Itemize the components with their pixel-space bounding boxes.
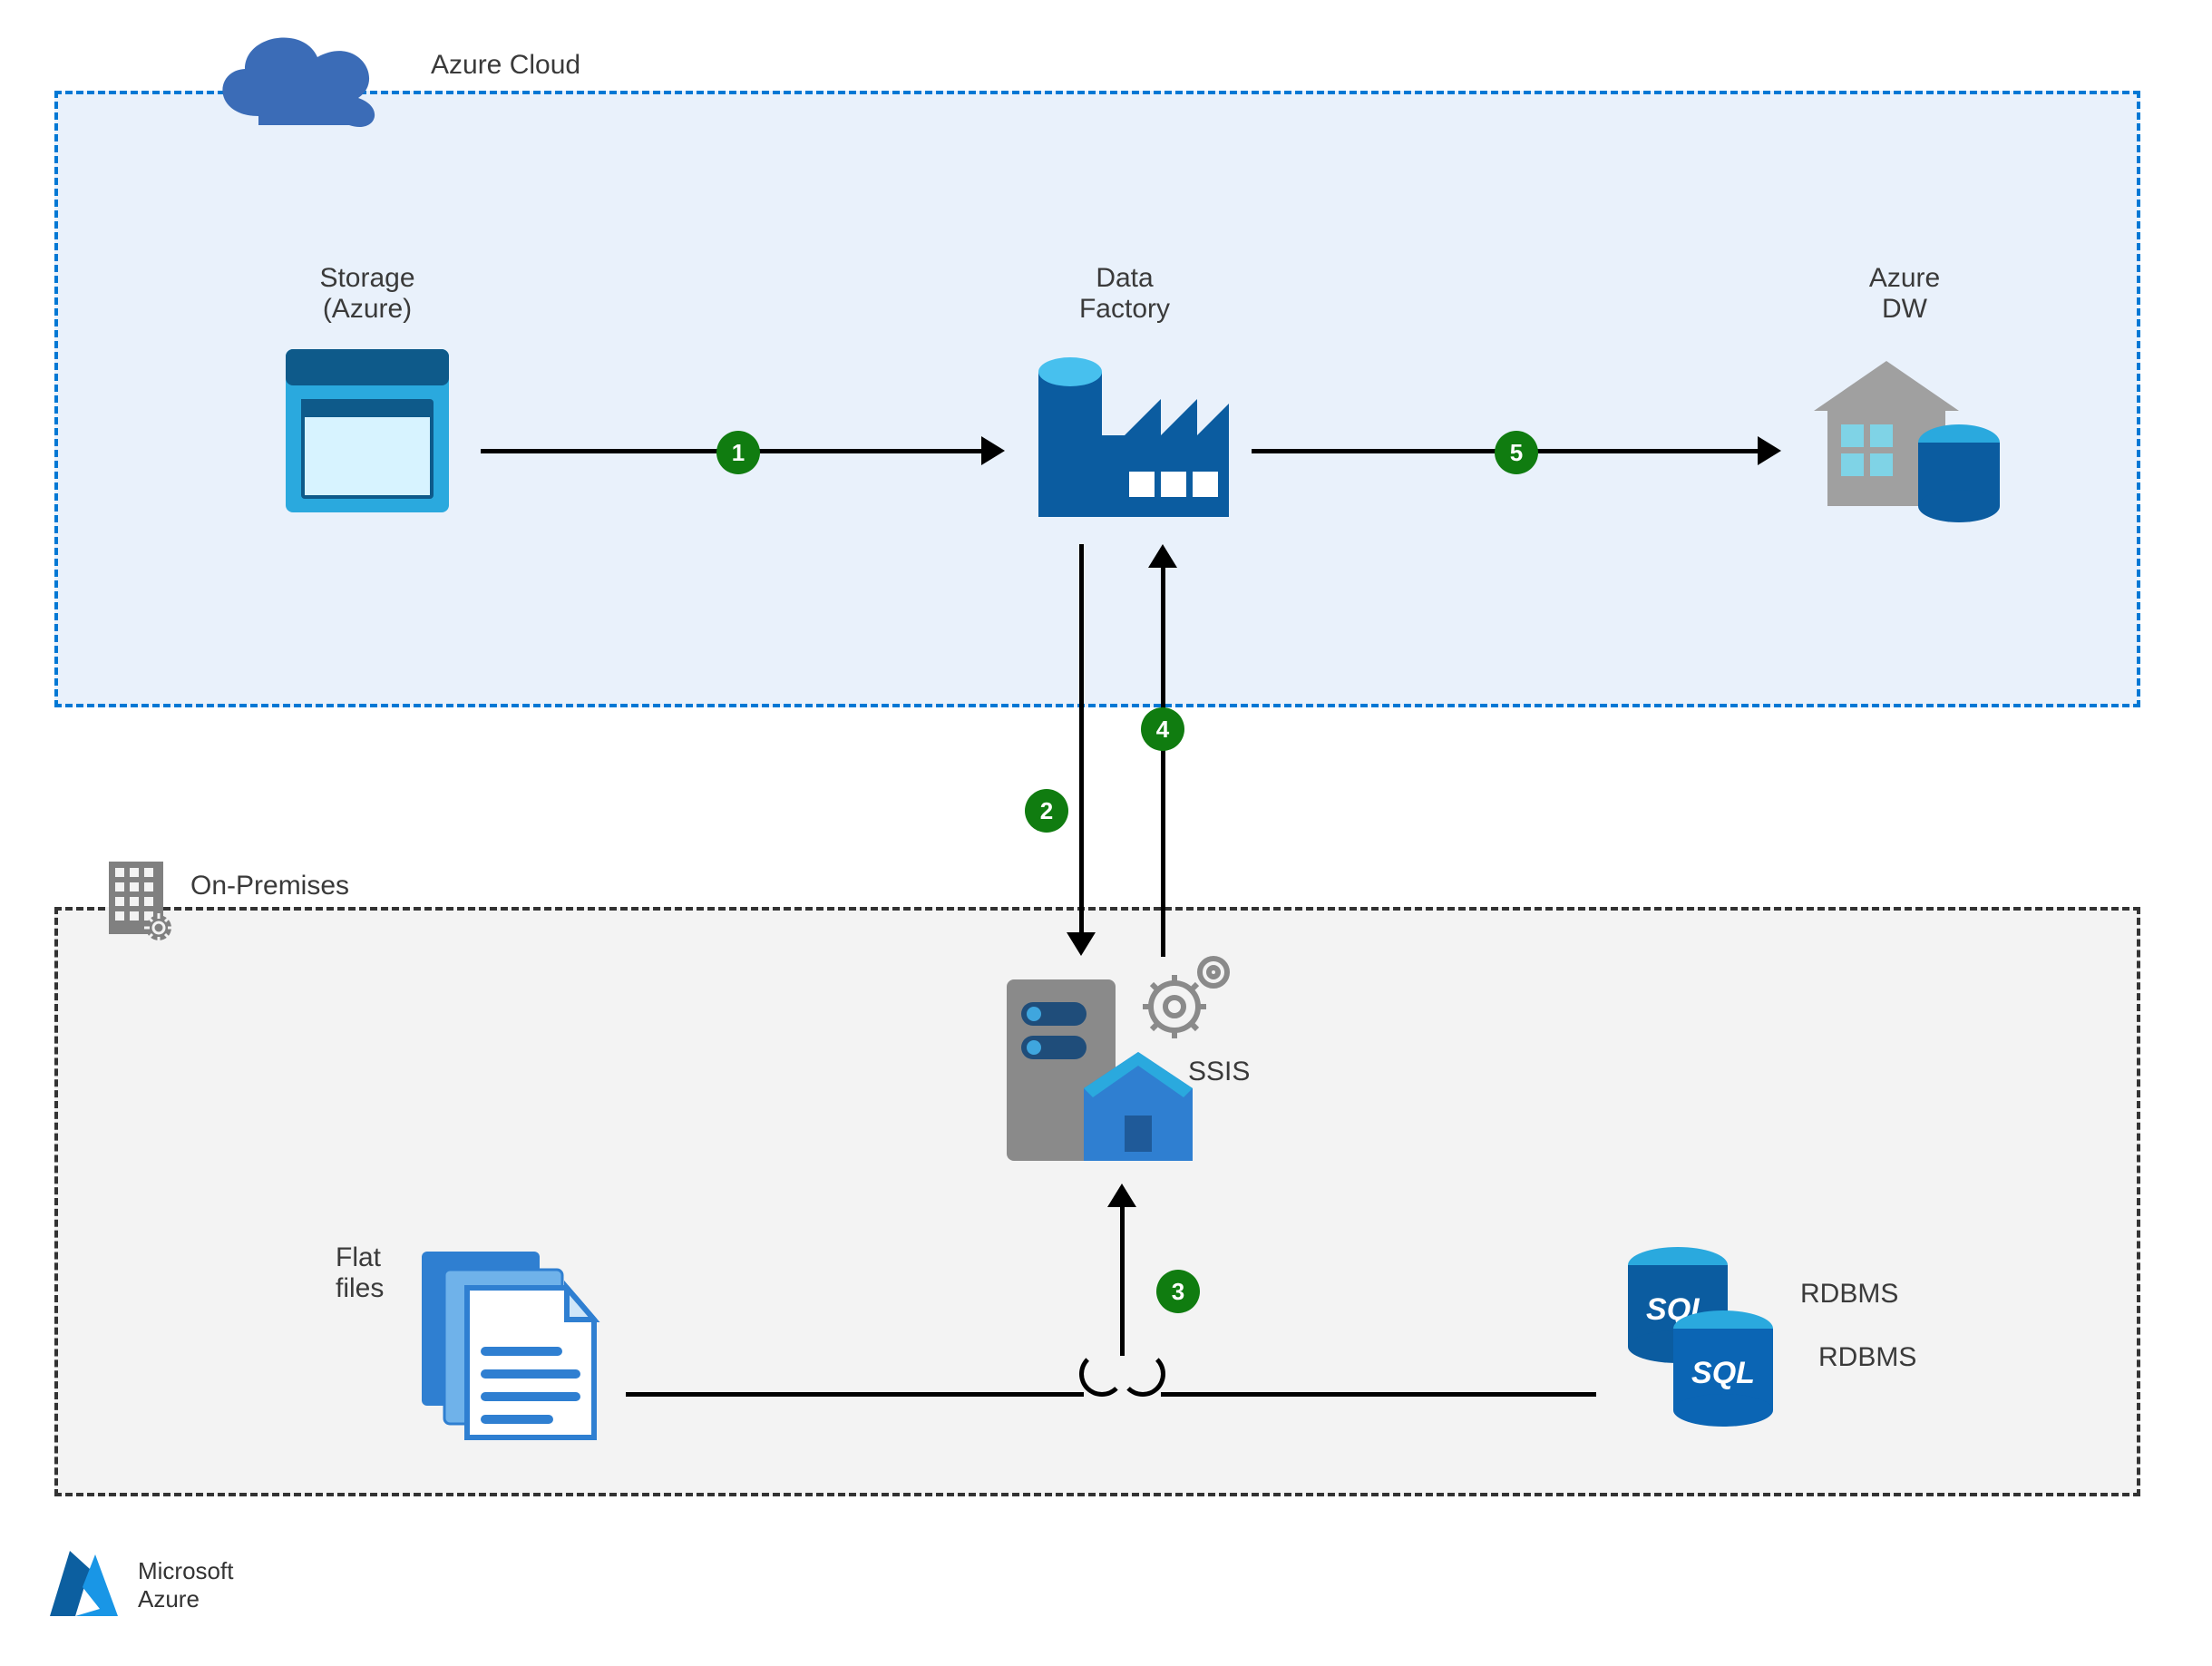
rdbms-label-2: RDBMS (1818, 1342, 1916, 1373)
flat-files-icon (413, 1242, 603, 1442)
cloud-icon (204, 16, 385, 134)
azure-data-factory-icon (1025, 345, 1233, 526)
arrow3-curve-left (1079, 1351, 1125, 1397)
data-factory-label-line2: Factory (1025, 294, 1224, 325)
rdbms-label-1: RDBMS (1800, 1279, 1898, 1310)
step-badge-4: 4 (1141, 707, 1184, 751)
footer-line1: Microsoft (138, 1557, 233, 1585)
azure-dw-icon (1805, 343, 2009, 524)
footer-line2: Azure (138, 1585, 233, 1613)
arrowhead-datafactory-to-dw (1758, 436, 1781, 465)
arrow3-vertical (1120, 1206, 1125, 1356)
building-icon (104, 857, 177, 943)
arrow3-left-horizontal (626, 1392, 1084, 1397)
arrow-datafactory-to-ssis (1079, 544, 1084, 934)
step-badge-1: 1 (716, 431, 760, 474)
arrowhead-ssis-to-datafactory (1148, 544, 1177, 568)
storage-label-line1: Storage (268, 263, 467, 294)
storage-label-line2: (Azure) (268, 294, 467, 325)
ssis-label: SSIS (1188, 1057, 1250, 1087)
storage-label: Storage (Azure) (268, 263, 467, 325)
rdbms-icon: SQL SQL (1614, 1242, 1796, 1433)
step-badge-5: 5 (1495, 431, 1538, 474)
arrowhead-sources-to-ssis (1107, 1184, 1136, 1207)
azure-logo-icon (41, 1542, 127, 1628)
architecture-diagram: Azure Cloud On-Premises Storage (Azure) (0, 0, 2212, 1666)
azure-dw-label: Azure DW (1823, 263, 1986, 325)
arrow3-curve-right (1120, 1351, 1165, 1397)
arrow-ssis-to-datafactory (1161, 567, 1165, 957)
step-badge-2: 2 (1025, 789, 1068, 833)
data-factory-label: Data Factory (1025, 263, 1224, 325)
region-azure-cloud-label: Azure Cloud (431, 50, 580, 81)
svg-text:SQL: SQL (1691, 1356, 1755, 1390)
region-on-premises-label: On-Premises (190, 871, 349, 901)
azure-storage-icon (281, 345, 453, 517)
footer-azure-brand: Microsoft Azure (41, 1542, 233, 1628)
azure-dw-label-line1: Azure (1823, 263, 1986, 294)
arrow3-right-horizontal (1161, 1392, 1596, 1397)
azure-dw-label-line2: DW (1823, 294, 1986, 325)
data-factory-label-line1: Data (1025, 263, 1224, 294)
step-badge-3: 3 (1156, 1270, 1200, 1313)
arrowhead-storage-to-datafactory (981, 436, 1005, 465)
